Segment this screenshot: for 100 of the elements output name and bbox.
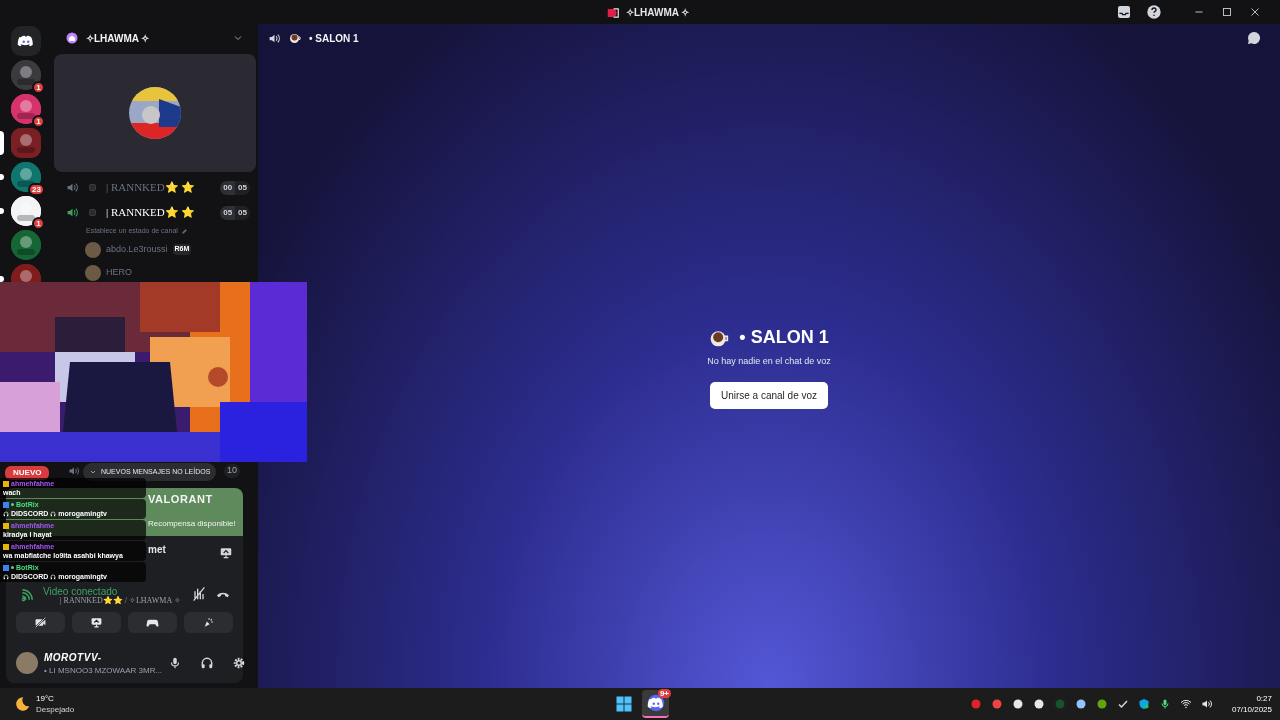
headphones-icon: [50, 573, 57, 580]
app-icon: [990, 698, 1003, 710]
camera-button[interactable]: [16, 612, 65, 633]
empty-message: No hay nadie en el chat de voz: [707, 355, 831, 368]
windows-icon: [614, 694, 634, 714]
app-icon: [969, 698, 982, 710]
avatar: [129, 87, 181, 139]
settings-button[interactable]: [232, 656, 247, 670]
cup-icon: [289, 32, 301, 44]
help-icon: [1146, 4, 1162, 20]
screen-icon: [219, 546, 233, 560]
user-avatar: [85, 241, 101, 258]
join-voice-button[interactable]: Unirse a canal de voz: [710, 381, 828, 409]
weather-label: Despejado: [36, 704, 75, 715]
signal-icon: [20, 588, 34, 602]
user-badge: [3, 480, 9, 487]
tray-icon[interactable]: [1011, 698, 1024, 710]
headphones-icon: [3, 573, 9, 580]
user-count: 00 05: [220, 180, 250, 195]
settings-icon: [232, 656, 247, 670]
screen-share-button[interactable]: [219, 546, 233, 560]
activity-button[interactable]: [128, 612, 177, 633]
camera-off-icon: [34, 616, 47, 629]
app-icon: [1011, 698, 1024, 710]
promo-title: VALORANT: [148, 492, 213, 507]
server-avatar-icon: [11, 94, 41, 124]
tray-icon[interactable]: [1158, 698, 1171, 710]
channel-title: • SALON 1: [309, 31, 359, 46]
chat-icon: [1246, 30, 1262, 46]
inbox-icon: [1116, 4, 1132, 20]
server-avatar-icon: [11, 60, 41, 90]
tray-icon[interactable]: [1032, 698, 1045, 710]
badge: 1: [32, 217, 45, 230]
server-avatar-icon: [11, 162, 41, 192]
headphones-button[interactable]: [200, 656, 215, 670]
tray-icon[interactable]: [1200, 698, 1213, 710]
badge: 1: [32, 81, 45, 94]
promo-subtitle: Recompensa disponible!: [148, 518, 236, 530]
voice-channel[interactable]: | RANNKED⭐ ⭐ 05 05: [52, 200, 258, 225]
user-badge: [3, 522, 9, 529]
headphones-icon: [50, 510, 57, 517]
clock-time: 0:27: [1256, 693, 1272, 704]
voice-location[interactable]: | RANNKED⭐⭐ / ✧LHAWMA ✧: [60, 595, 181, 607]
volume-icon: [1200, 698, 1213, 710]
channel-heading: • SALON 1: [739, 326, 829, 349]
check-icon: [1116, 698, 1129, 710]
tray-icon[interactable]: [1137, 698, 1150, 710]
speaker-icon: [68, 465, 80, 477]
speaker-icon: [66, 181, 79, 194]
server-icon: [66, 32, 78, 44]
user-status: • LI MSNOO3 MZOWAAR 3MR...: [44, 664, 163, 677]
app-icon: [1032, 698, 1045, 710]
tray-icon[interactable]: [1116, 698, 1129, 710]
badge: 9+: [657, 689, 671, 698]
screen-share-button[interactable]: [72, 612, 121, 633]
logo-icon: [606, 5, 620, 20]
channel-name: | RANNKED⭐ ⭐: [106, 180, 196, 196]
noise-icon: [191, 586, 207, 602]
server-avatar-icon: [11, 196, 41, 226]
user-name[interactable]: HERO: [106, 265, 132, 280]
sparkle-icon: [202, 616, 215, 629]
maximize-icon: [1220, 5, 1234, 19]
discord-icon: [646, 694, 665, 712]
chevron-icon: [89, 468, 97, 476]
speaker-icon: [66, 206, 79, 219]
noise-button[interactable]: [191, 586, 207, 602]
channel-name: | RANNKED⭐ ⭐: [106, 205, 196, 221]
screen-icon: [90, 616, 103, 629]
headphones-icon: [200, 656, 215, 670]
bot-badge: [3, 564, 9, 571]
inbox-button[interactable]: [1116, 4, 1132, 20]
user-count: 05 05: [220, 205, 250, 220]
tray-icon[interactable]: [1179, 698, 1192, 710]
server-name[interactable]: ✧LHAWMA ✧: [86, 30, 150, 46]
maximize-button[interactable]: [1220, 5, 1234, 19]
bot-badge: [3, 501, 9, 508]
voice-channel[interactable]: | RANNKED⭐ ⭐ 00 05: [52, 175, 258, 200]
headphones-icon: [3, 510, 9, 517]
tray-icon[interactable]: [1074, 698, 1087, 710]
user-name: MOROTVV-: [44, 650, 103, 665]
shield-icon: [1137, 698, 1150, 710]
tray-icon[interactable]: [1095, 698, 1108, 710]
help-button[interactable]: [1146, 4, 1162, 20]
pencil-icon: [180, 227, 188, 235]
partial-label: met: [148, 543, 166, 557]
user-badge: [3, 543, 9, 550]
taskbar-app[interactable]: 9+: [642, 690, 669, 718]
wifi-icon: [1179, 698, 1192, 710]
user-avatar: [85, 264, 101, 281]
server-avatar-icon: [11, 230, 41, 260]
app-icon: [1095, 698, 1108, 710]
app-icon: [1053, 698, 1066, 710]
window-title: ✧LHAWMA ✧: [626, 6, 690, 20]
microphone-icon: [1158, 698, 1171, 710]
server-avatar-icon: [11, 128, 41, 158]
chat-button[interactable]: [1246, 30, 1262, 46]
user-name[interactable]: abdo.Le3roussi: [106, 242, 168, 257]
badge: 23: [28, 183, 45, 196]
temperature: 19°C: [36, 693, 55, 704]
soundboard-button[interactable]: [184, 612, 233, 633]
